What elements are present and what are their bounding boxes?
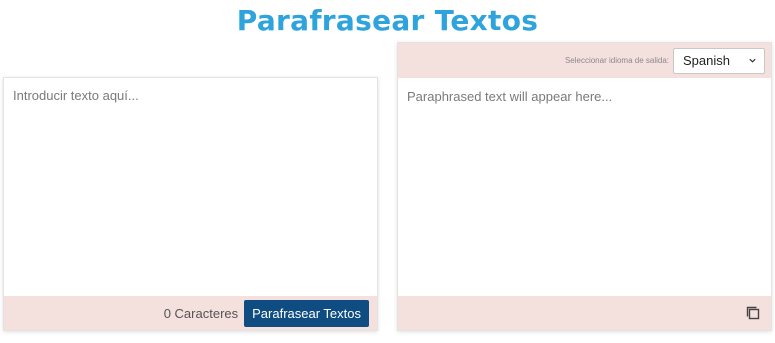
output-panel: Seleccionar idioma de salida: Spanish [397, 42, 772, 331]
input-textarea[interactable] [4, 78, 377, 298]
output-textarea[interactable] [398, 79, 771, 298]
copy-icon [746, 306, 760, 320]
output-footer-bar [398, 296, 771, 330]
character-count: 0 Caracteres [163, 305, 239, 321]
input-footer-bar: 0 Caracteres Parafrasear Textos [4, 296, 377, 330]
language-select[interactable]: Spanish [673, 47, 765, 74]
copy-button[interactable] [745, 305, 761, 321]
language-select-label: Seleccionar idioma de salida: [564, 56, 669, 65]
language-select-value: Spanish [683, 53, 730, 68]
paraphrase-button[interactable]: Parafrasear Textos [244, 299, 369, 327]
page-title: Parafrasear Textos [236, 4, 539, 37]
input-panel: 0 Caracteres Parafrasear Textos [3, 77, 378, 331]
chevron-down-icon [749, 58, 756, 63]
output-language-bar: Seleccionar idioma de salida: Spanish [398, 43, 771, 78]
